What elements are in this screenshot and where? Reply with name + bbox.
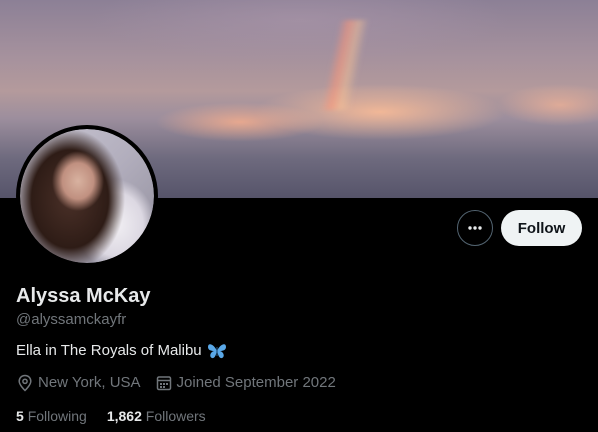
location: New York, USA [16, 373, 141, 393]
bio-text: Ella in The Royals of Malibu [16, 342, 202, 359]
profile-handle: @alyssamckayfr [16, 311, 127, 328]
followers-link[interactable]: 1,862 Followers [107, 406, 206, 426]
avatar[interactable] [16, 125, 158, 267]
more-horizontal-icon [468, 226, 482, 230]
location-pin-icon [18, 374, 32, 392]
location-text: New York, USA [38, 374, 141, 391]
following-count: 5 [16, 408, 24, 424]
following-link[interactable]: 5 Following [16, 406, 87, 426]
profile-meta: New York, USA Joined September 2022 [16, 373, 350, 393]
follow-button[interactable]: Follow [501, 210, 582, 246]
followers-count: 1,862 [106, 408, 142, 424]
profile-bio: Ella in The Royals of Malibu [16, 341, 227, 361]
calendar-icon [156, 376, 171, 391]
profile-name: Alyssa McKay [16, 285, 151, 307]
profile-stats: 5 Following 1,862 Followers [16, 406, 206, 426]
avatar-photo [20, 129, 154, 263]
following-label: Following [27, 408, 87, 424]
more-options-button[interactable] [457, 210, 493, 246]
join-date-text: Joined September 2022 [176, 374, 336, 391]
butterfly-icon [207, 344, 226, 359]
join-date: Joined September 2022 [155, 373, 336, 393]
banner-rainbow [320, 20, 370, 110]
followers-label: Followers [145, 408, 206, 424]
